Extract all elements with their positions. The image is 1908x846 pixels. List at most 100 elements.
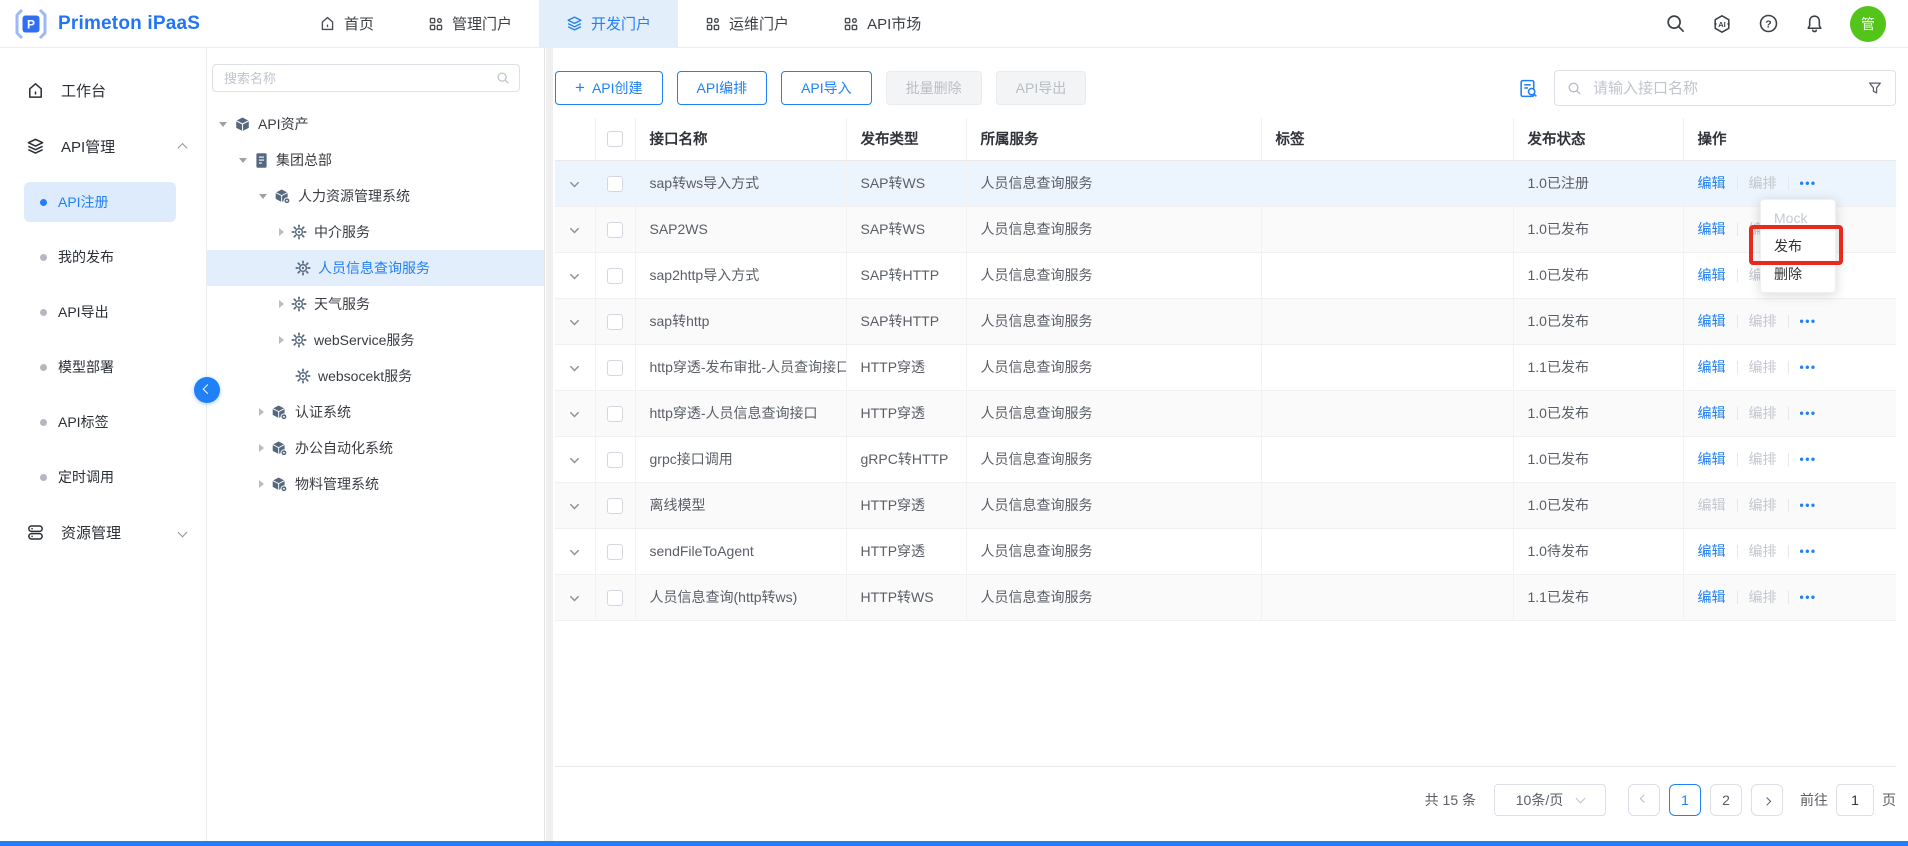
edit-link[interactable]: 编辑	[1698, 449, 1726, 469]
orchestrate-link[interactable]: 编排	[1749, 495, 1777, 515]
more-actions-button[interactable]: •••	[1800, 590, 1817, 604]
edit-link[interactable]: 编辑	[1698, 265, 1726, 285]
tree-node-人员信息查询服务[interactable]: 人员信息查询服务	[207, 250, 544, 286]
edit-link[interactable]: 编辑	[1698, 311, 1726, 331]
row-checkbox[interactable]	[607, 314, 623, 330]
search-icon[interactable]	[1665, 13, 1686, 34]
tree-node-websocekt服务[interactable]: websocekt服务	[207, 358, 544, 394]
tree-expand-right-icon[interactable]	[259, 408, 264, 416]
sidebar-item-资源管理[interactable]: 资源管理	[0, 512, 206, 552]
sidebar-collapse-button[interactable]	[194, 377, 220, 403]
row-expand-icon[interactable]	[568, 270, 581, 283]
row-expand-icon[interactable]	[568, 592, 581, 605]
tree-node-认证系统[interactable]: 认证系统	[207, 394, 544, 430]
orchestrate-link[interactable]: 编排	[1749, 173, 1777, 193]
row-expand-icon[interactable]	[568, 408, 581, 421]
row-checkbox[interactable]	[607, 544, 623, 560]
row-checkbox[interactable]	[607, 176, 623, 192]
notifications-icon[interactable]	[1804, 13, 1825, 34]
orchestrate-link[interactable]: 编排	[1749, 541, 1777, 561]
ai-assistant-icon[interactable]: AI	[1711, 13, 1733, 35]
more-actions-button[interactable]: •••	[1800, 406, 1817, 420]
sidebar-item-工作台[interactable]: 工作台	[0, 70, 206, 110]
sidebar-item-API管理[interactable]: API管理	[0, 126, 206, 166]
tree-search-input[interactable]	[222, 70, 496, 87]
tree-node-集团总部[interactable]: 集团总部	[207, 142, 544, 178]
filter-funnel-icon[interactable]	[1867, 80, 1883, 96]
next-page-button[interactable]	[1751, 784, 1783, 816]
tree-expand-right-icon[interactable]	[259, 480, 264, 488]
query-log-icon[interactable]	[1518, 78, 1539, 99]
tree-expand-down-icon[interactable]	[219, 122, 227, 127]
button-API导入[interactable]: API导入	[781, 71, 872, 105]
tree-node-webService服务[interactable]: webService服务	[207, 322, 544, 358]
row-expand-icon[interactable]	[568, 178, 581, 191]
tree-expand-right-icon[interactable]	[279, 228, 284, 236]
row-checkbox[interactable]	[607, 268, 623, 284]
row-expand-icon[interactable]	[568, 500, 581, 513]
edit-link[interactable]: 编辑	[1698, 173, 1726, 193]
tree-expand-down-icon[interactable]	[259, 194, 267, 199]
tree-node-人力资源管理系统[interactable]: 人力资源管理系统	[207, 178, 544, 214]
menu-item-发布[interactable]: 发布	[1761, 232, 1835, 260]
sidebar-subitem-API注册[interactable]: API注册	[24, 182, 176, 222]
edit-link[interactable]: 编辑	[1698, 495, 1726, 515]
prev-page-button[interactable]	[1628, 784, 1660, 816]
row-checkbox[interactable]	[607, 452, 623, 468]
tree-expand-down-icon[interactable]	[239, 158, 247, 163]
nav-item-首页[interactable]: 首页	[292, 0, 401, 47]
panel-divider[interactable]	[546, 48, 553, 841]
help-icon[interactable]: ?	[1758, 13, 1779, 34]
row-expand-icon[interactable]	[568, 316, 581, 329]
goto-page-input[interactable]	[1836, 784, 1874, 816]
user-avatar[interactable]: 管	[1850, 6, 1886, 42]
nav-item-运维门户[interactable]: 运维门户	[678, 0, 816, 47]
edit-link[interactable]: 编辑	[1698, 541, 1726, 561]
row-expand-icon[interactable]	[568, 224, 581, 237]
row-expand-icon[interactable]	[568, 362, 581, 375]
more-actions-button[interactable]: •••	[1800, 176, 1817, 190]
edit-link[interactable]: 编辑	[1698, 403, 1726, 423]
orchestrate-link[interactable]: 编排	[1749, 357, 1777, 377]
button-API编排[interactable]: API编排	[677, 71, 768, 105]
interface-search-input[interactable]	[1591, 79, 1858, 98]
nav-item-API市场[interactable]: API市场	[816, 0, 948, 47]
page-button-2[interactable]: 2	[1710, 784, 1742, 816]
tree-expand-right-icon[interactable]	[279, 336, 284, 344]
more-actions-button[interactable]: •••	[1800, 360, 1817, 374]
button-API创建[interactable]: +API创建	[555, 71, 663, 105]
tree-node-中介服务[interactable]: 中介服务	[207, 214, 544, 250]
button-API导出[interactable]: API导出	[996, 71, 1087, 105]
tree-node-API资产[interactable]: API资产	[207, 106, 544, 142]
tree-expand-right-icon[interactable]	[259, 444, 264, 452]
orchestrate-link[interactable]: 编排	[1749, 587, 1777, 607]
row-checkbox[interactable]	[607, 222, 623, 238]
tree-node-天气服务[interactable]: 天气服务	[207, 286, 544, 322]
menu-item-Mock[interactable]: Mock	[1761, 204, 1835, 232]
row-checkbox[interactable]	[607, 406, 623, 422]
sidebar-subitem-定时调用[interactable]: 定时调用	[24, 457, 176, 497]
edit-link[interactable]: 编辑	[1698, 587, 1726, 607]
edit-link[interactable]: 编辑	[1698, 219, 1726, 239]
tree-node-办公自动化系统[interactable]: 办公自动化系统	[207, 430, 544, 466]
more-actions-button[interactable]: •••	[1800, 544, 1817, 558]
orchestrate-link[interactable]: 编排	[1749, 311, 1777, 331]
sidebar-subitem-我的发布[interactable]: 我的发布	[24, 237, 176, 277]
row-checkbox[interactable]	[607, 498, 623, 514]
orchestrate-link[interactable]: 编排	[1749, 403, 1777, 423]
more-actions-button[interactable]: •••	[1800, 314, 1817, 328]
tree-node-物料管理系统[interactable]: 物料管理系统	[207, 466, 544, 502]
orchestrate-link[interactable]: 编排	[1749, 449, 1777, 469]
button-批量删除[interactable]: 批量删除	[886, 71, 982, 105]
sidebar-subitem-模型部署[interactable]: 模型部署	[24, 347, 176, 387]
edit-link[interactable]: 编辑	[1698, 357, 1726, 377]
nav-item-管理门户[interactable]: 管理门户	[401, 0, 539, 47]
select-all-checkbox[interactable]	[607, 131, 623, 147]
page-button-1[interactable]: 1	[1669, 784, 1701, 816]
tree-expand-right-icon[interactable]	[279, 300, 284, 308]
row-expand-icon[interactable]	[568, 546, 581, 559]
row-checkbox[interactable]	[607, 360, 623, 376]
menu-item-删除[interactable]: 删除	[1761, 260, 1835, 288]
sidebar-subitem-API标签[interactable]: API标签	[24, 402, 176, 442]
sidebar-subitem-API导出[interactable]: API导出	[24, 292, 176, 332]
